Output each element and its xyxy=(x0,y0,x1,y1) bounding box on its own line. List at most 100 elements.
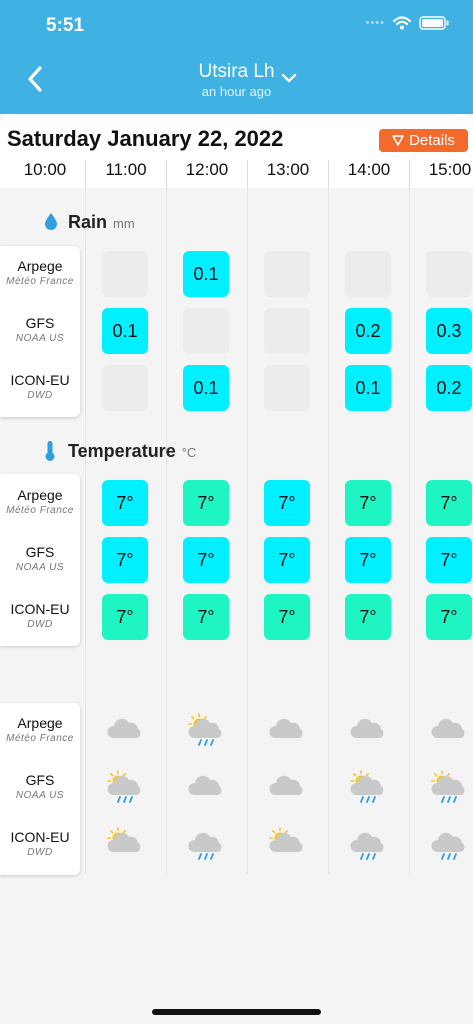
model-name: Arpege xyxy=(17,258,63,274)
temperature-cell[interactable]: 7° xyxy=(102,594,148,640)
status-icons: •••• xyxy=(366,16,449,30)
rain-unit: mm xyxy=(113,216,135,231)
model-name: GFS xyxy=(25,544,55,560)
temperature-cell[interactable]: 7° xyxy=(183,480,229,526)
model-name: ICON-EU xyxy=(10,372,70,388)
model-label: GFS NOAA US xyxy=(0,772,80,801)
model-source: NOAA US xyxy=(15,562,65,573)
rain-cell[interactable] xyxy=(426,251,472,297)
column-divider xyxy=(85,160,86,188)
rain-cell[interactable] xyxy=(183,308,229,354)
date-title: Saturday January 22, 2022 xyxy=(7,126,284,151)
details-button[interactable]: Details xyxy=(379,129,468,152)
chevron-down-icon[interactable] xyxy=(279,68,299,88)
hour-label: 14:00 xyxy=(347,160,391,179)
station-title[interactable]: Utsira Lh an hour ago xyxy=(0,61,473,99)
cloud-rain-icon[interactable] xyxy=(429,826,469,860)
sun-cloud-rain-icon[interactable] xyxy=(429,769,469,803)
rain-cell[interactable]: 0.1 xyxy=(183,251,229,297)
hour-label: 12:00 xyxy=(185,160,229,179)
model-source: Météo France xyxy=(6,276,74,287)
model-label: Arpege Météo France xyxy=(0,258,80,287)
model-label: GFS NOAA US xyxy=(0,315,80,344)
sun-cloud-icon[interactable] xyxy=(105,826,145,860)
wifi-icon xyxy=(393,16,411,30)
model-name: Arpege xyxy=(17,487,63,503)
rain-cell[interactable] xyxy=(264,308,310,354)
cloud-icon[interactable] xyxy=(186,769,226,803)
temperature-cell[interactable]: 7° xyxy=(264,594,310,640)
update-time: an hour ago xyxy=(201,84,272,99)
battery-icon xyxy=(419,16,449,30)
rain-cell[interactable] xyxy=(102,251,148,297)
rain-cell[interactable] xyxy=(102,365,148,411)
rain-cell[interactable]: 0.2 xyxy=(426,365,472,411)
column-divider xyxy=(409,160,410,188)
column-divider xyxy=(166,188,167,874)
sun-cloud-rain-icon[interactable] xyxy=(348,769,388,803)
temperature-cell[interactable]: 7° xyxy=(102,537,148,583)
temperature-cell[interactable]: 7° xyxy=(345,537,391,583)
temperature-unit: °C xyxy=(181,445,197,460)
temperature-cell[interactable]: 7° xyxy=(264,480,310,526)
app-header: 5:51 •••• Utsira Lh an hour ago xyxy=(0,0,473,114)
rain-cell[interactable]: 0.2 xyxy=(345,308,391,354)
rain-section-title: Rain mm xyxy=(68,212,135,233)
raindrop-icon xyxy=(45,213,57,230)
cloud-rain-icon[interactable] xyxy=(186,826,226,860)
rain-cell[interactable]: 0.3 xyxy=(426,308,472,354)
model-label: ICON-EU DWD xyxy=(0,372,80,401)
temperature-cell[interactable]: 7° xyxy=(426,480,472,526)
model-source: DWD xyxy=(27,847,53,858)
model-source: DWD xyxy=(27,390,53,401)
model-name: ICON-EU xyxy=(10,829,70,845)
model-source: NOAA US xyxy=(15,790,65,801)
rain-cell[interactable]: 0.1 xyxy=(183,365,229,411)
model-name: GFS xyxy=(25,772,55,788)
rain-cell[interactable]: 0.1 xyxy=(102,308,148,354)
column-divider xyxy=(328,188,329,874)
cloud-icon[interactable] xyxy=(105,712,145,746)
rain-title: Rain xyxy=(68,212,108,232)
temperature-cell[interactable]: 7° xyxy=(345,594,391,640)
column-divider xyxy=(409,188,410,874)
sun-cloud-rain-icon[interactable] xyxy=(186,712,226,746)
model-source: Météo France xyxy=(6,733,74,744)
filter-icon xyxy=(392,135,404,146)
cloud-icon[interactable] xyxy=(348,712,388,746)
status-time: 5:51 xyxy=(46,15,85,36)
sun-cloud-icon[interactable] xyxy=(267,826,307,860)
cloud-icon[interactable] xyxy=(267,769,307,803)
model-label: Arpege Météo France xyxy=(0,487,80,516)
model-label: ICON-EU DWD xyxy=(0,829,80,858)
model-label: Arpege Météo France xyxy=(0,715,80,744)
signal-dots-icon: •••• xyxy=(365,17,385,29)
temperature-cell[interactable]: 7° xyxy=(183,594,229,640)
column-divider xyxy=(328,160,329,188)
rain-cell[interactable]: 0.1 xyxy=(345,365,391,411)
temperature-title: Temperature xyxy=(68,441,176,461)
model-name: ICON-EU xyxy=(10,601,70,617)
column-divider xyxy=(85,188,86,874)
rain-cell[interactable] xyxy=(345,251,391,297)
cloud-icon[interactable] xyxy=(429,712,469,746)
hour-label: 13:00 xyxy=(266,160,310,179)
temperature-cell[interactable]: 7° xyxy=(264,537,310,583)
rain-cell[interactable] xyxy=(264,365,310,411)
temperature-cell[interactable]: 7° xyxy=(426,537,472,583)
cloud-icon[interactable] xyxy=(267,712,307,746)
temperature-cell[interactable]: 7° xyxy=(426,594,472,640)
model-name: GFS xyxy=(25,315,55,331)
rain-cell[interactable] xyxy=(264,251,310,297)
temperature-cell[interactable]: 7° xyxy=(183,537,229,583)
temperature-cell[interactable]: 7° xyxy=(102,480,148,526)
hour-label: 10:00 xyxy=(23,160,67,179)
temperature-cell[interactable]: 7° xyxy=(345,480,391,526)
thermometer-icon xyxy=(45,441,55,461)
model-source: Météo France xyxy=(6,505,74,516)
sun-cloud-rain-icon[interactable] xyxy=(105,769,145,803)
cloud-rain-icon[interactable] xyxy=(348,826,388,860)
temperature-section-title: Temperature °C xyxy=(68,441,196,462)
model-label: ICON-EU DWD xyxy=(0,601,80,630)
model-source: DWD xyxy=(27,619,53,630)
